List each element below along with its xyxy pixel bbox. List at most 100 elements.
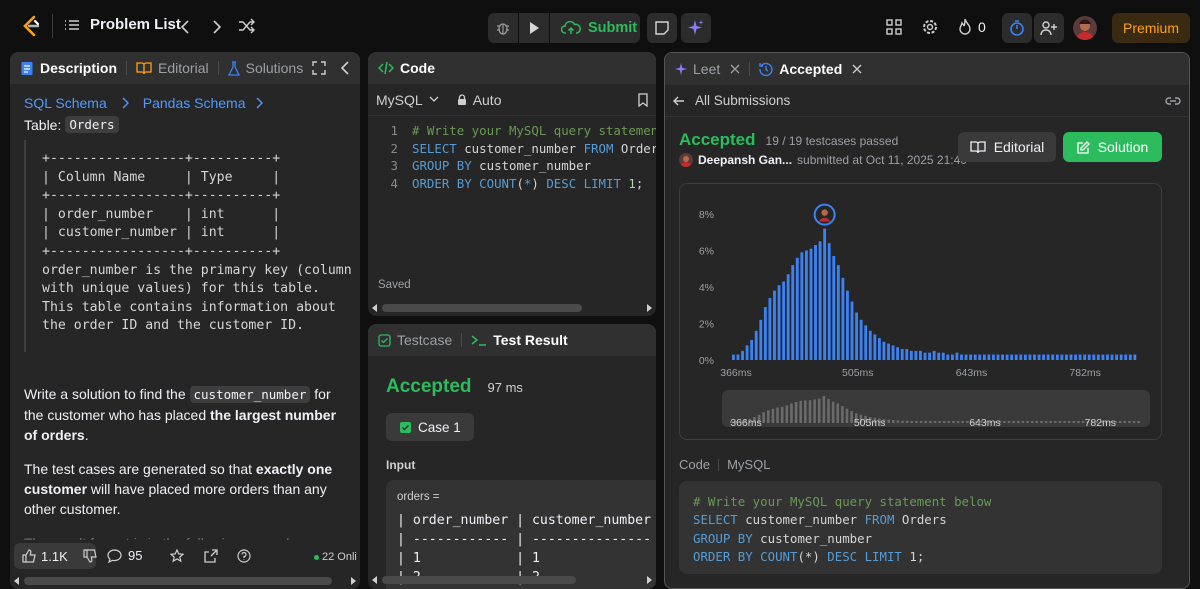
sql-schema-link[interactable]: SQL Schema [24, 95, 129, 111]
top-bar: Problem List Submit 0 Premium [0, 0, 1200, 52]
distribution-bar [763, 307, 767, 360]
link-icon[interactable] [1165, 95, 1181, 107]
scrollbar-thumb[interactable] [382, 304, 582, 312]
scroll-right-icon[interactable] [646, 304, 652, 312]
problem-list-label: Problem List [90, 16, 181, 33]
tab-solutions[interactable]: Solutions [227, 60, 303, 76]
pandas-schema-link[interactable]: Pandas Schema [143, 95, 264, 111]
like-button[interactable]: 1.1K [14, 543, 76, 569]
gear-icon[interactable] [921, 18, 939, 36]
star-icon[interactable] [170, 549, 184, 563]
schema-block: +-----------------+----------+ | Column … [24, 140, 354, 352]
problem-list-button[interactable]: Problem List [64, 16, 181, 33]
scrollbar-thumb[interactable] [382, 576, 576, 584]
bookmark-icon[interactable] [638, 92, 648, 107]
language-select[interactable]: MySQL [376, 92, 439, 108]
tab-editorial[interactable]: Editorial [136, 60, 209, 76]
user-avatar[interactable] [679, 153, 693, 167]
solution-button[interactable]: Solution [1063, 132, 1162, 162]
submit-button[interactable]: Submit [550, 13, 640, 43]
help-icon[interactable] [237, 549, 251, 563]
distribution-bar [736, 354, 740, 360]
scroll-left-icon[interactable] [14, 577, 20, 585]
tab-leet-label: Leet [693, 61, 721, 77]
maximize-icon[interactable] [312, 61, 326, 75]
distribution-bar [996, 354, 1000, 360]
scroll-right-icon[interactable] [646, 576, 652, 584]
edit-icon [1077, 140, 1090, 154]
input-box: orders = | order_number | customer_numbe… [386, 480, 656, 589]
overview-bar [924, 421, 927, 423]
submitter-info: Deepansh Gan... submitted at Oct 11, 202… [679, 153, 967, 167]
premium-button[interactable]: Premium [1112, 13, 1190, 43]
avatar[interactable] [1073, 16, 1097, 40]
overview-bar [1003, 421, 1006, 423]
notes-button[interactable] [647, 13, 677, 43]
distribution-bar [919, 350, 922, 361]
solution-button-label: Solution [1097, 139, 1149, 155]
runtime-distribution-chart[interactable]: 0% 2% 4% 6% 8% 366ms 505ms 643ms 782ms 366ms 505ms… [680, 184, 1161, 439]
tab-test-result[interactable]: Test Result [471, 332, 568, 348]
scroll-left-icon[interactable] [372, 576, 378, 584]
tab-description[interactable]: Description [20, 60, 117, 76]
distribution-bar [741, 350, 744, 361]
schema-links: SQL Schema Pandas Schema [24, 95, 264, 111]
leetcode-logo[interactable] [20, 15, 42, 37]
debug-button[interactable] [488, 13, 518, 43]
close-icon[interactable] [730, 64, 740, 74]
case-1-tab[interactable]: Case 1 [386, 413, 474, 441]
vote-group: 1.1K [14, 543, 97, 569]
code-horizontal-scrollbar[interactable] [372, 303, 654, 313]
test-result-panel: Testcase Test Result Accepted 97 ms Case… [368, 324, 656, 589]
scroll-left-icon[interactable] [372, 304, 378, 312]
overview-bar [1072, 421, 1076, 423]
overview-bar [910, 421, 914, 423]
editorial-button[interactable]: Editorial [958, 132, 1056, 162]
dislike-button[interactable] [76, 543, 104, 569]
overview-bar [961, 421, 965, 423]
overview-bar [776, 407, 779, 423]
submitter-name[interactable]: Deepansh Gan... [698, 153, 792, 167]
distribution-bar [887, 343, 890, 360]
layout-grid-icon[interactable] [886, 19, 902, 35]
code-editor[interactable]: 1 2 34 # Write your MySQL query statement … [368, 122, 656, 222]
close-icon[interactable] [852, 64, 862, 74]
auto-mode[interactable]: Auto [457, 92, 502, 108]
tab-leet[interactable]: Leet [675, 61, 740, 77]
tab-testcase[interactable]: Testcase [378, 332, 452, 348]
overview-bar [808, 400, 812, 424]
shuffle-icon[interactable] [238, 18, 256, 34]
test-horizontal-scrollbar[interactable] [372, 575, 654, 585]
run-button[interactable] [519, 13, 549, 43]
distribution-bar [905, 349, 909, 360]
chevron-right-icon[interactable] [210, 19, 224, 35]
tab-accepted[interactable]: Accepted [759, 61, 862, 77]
distribution-bar [1014, 354, 1018, 360]
overview-bar [938, 421, 941, 423]
tab-result-label: Test Result [493, 332, 568, 348]
add-friend-button[interactable] [1034, 13, 1064, 43]
overview-bar [933, 421, 937, 423]
scroll-right-icon[interactable] [350, 577, 356, 585]
submitted-code-line: ORDER BY COUNT(*) DESC LIMIT 1; [693, 548, 925, 564]
distribution-bar [786, 274, 790, 360]
overview-bar [892, 420, 895, 423]
inline-code: customer_number [189, 386, 311, 403]
tab-code[interactable]: Code [378, 60, 435, 76]
share-icon[interactable] [204, 549, 218, 563]
comments-button[interactable]: 95 [107, 548, 142, 563]
submission-panel-header: Leet Accepted [665, 53, 1189, 85]
scrollbar-thumb[interactable] [24, 577, 332, 585]
y-tick-label: 2% [699, 319, 714, 331]
overview-bar [1058, 421, 1062, 423]
back-to-submissions[interactable]: All Submissions [673, 93, 790, 108]
line-number: 2 [390, 140, 398, 156]
timer-button[interactable] [1002, 13, 1032, 43]
code-section-header: Code MySQL [679, 457, 770, 472]
ai-assistant-button[interactable] [681, 13, 711, 43]
code-toolbar: MySQL Auto [368, 84, 656, 116]
streak-counter[interactable]: 0 [958, 18, 986, 36]
collapse-icon[interactable] [340, 61, 350, 75]
chevron-left-icon[interactable] [178, 19, 192, 35]
horizontal-scrollbar[interactable] [14, 576, 356, 586]
